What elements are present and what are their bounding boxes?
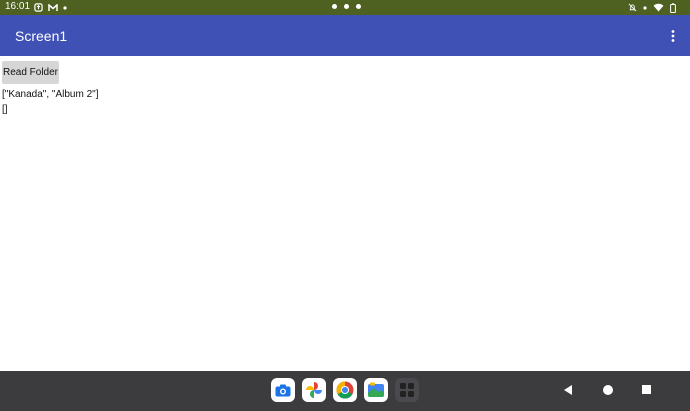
taskbar-dock: [271, 378, 419, 402]
read-folder-button[interactable]: Read Folder: [2, 61, 59, 84]
app-drawer-icon[interactable]: [395, 378, 419, 402]
battery-icon: [670, 2, 676, 13]
chrome-icon[interactable]: [333, 378, 357, 402]
sync-icon: [34, 3, 43, 12]
app-bar: Screen1: [0, 15, 690, 56]
dot-icon: [63, 5, 67, 10]
result-label-folders: ["Kanada", "Album 2"]: [2, 89, 99, 100]
wifi-icon: [653, 3, 664, 12]
app-title: Screen1: [15, 28, 68, 44]
status-time: 16:01: [5, 1, 31, 12]
status-center-dots: [332, 4, 361, 9]
gmail-icon: [48, 3, 58, 11]
status-left-icons: [34, 2, 67, 13]
status-bar: 16:01: [0, 0, 690, 15]
camera-icon[interactable]: [271, 378, 295, 402]
more-vert-icon[interactable]: [670, 29, 676, 43]
dot-icon: [643, 5, 647, 10]
files-icon[interactable]: [364, 378, 388, 402]
navigation-bar: [0, 371, 690, 411]
back-icon[interactable]: [563, 384, 573, 396]
recents-icon[interactable]: [642, 385, 651, 394]
home-icon[interactable]: [603, 385, 613, 395]
bell-off-icon: [628, 3, 637, 12]
status-right-icons: [628, 2, 676, 13]
photos-icon[interactable]: [302, 378, 326, 402]
result-label-files: []: [2, 104, 8, 115]
